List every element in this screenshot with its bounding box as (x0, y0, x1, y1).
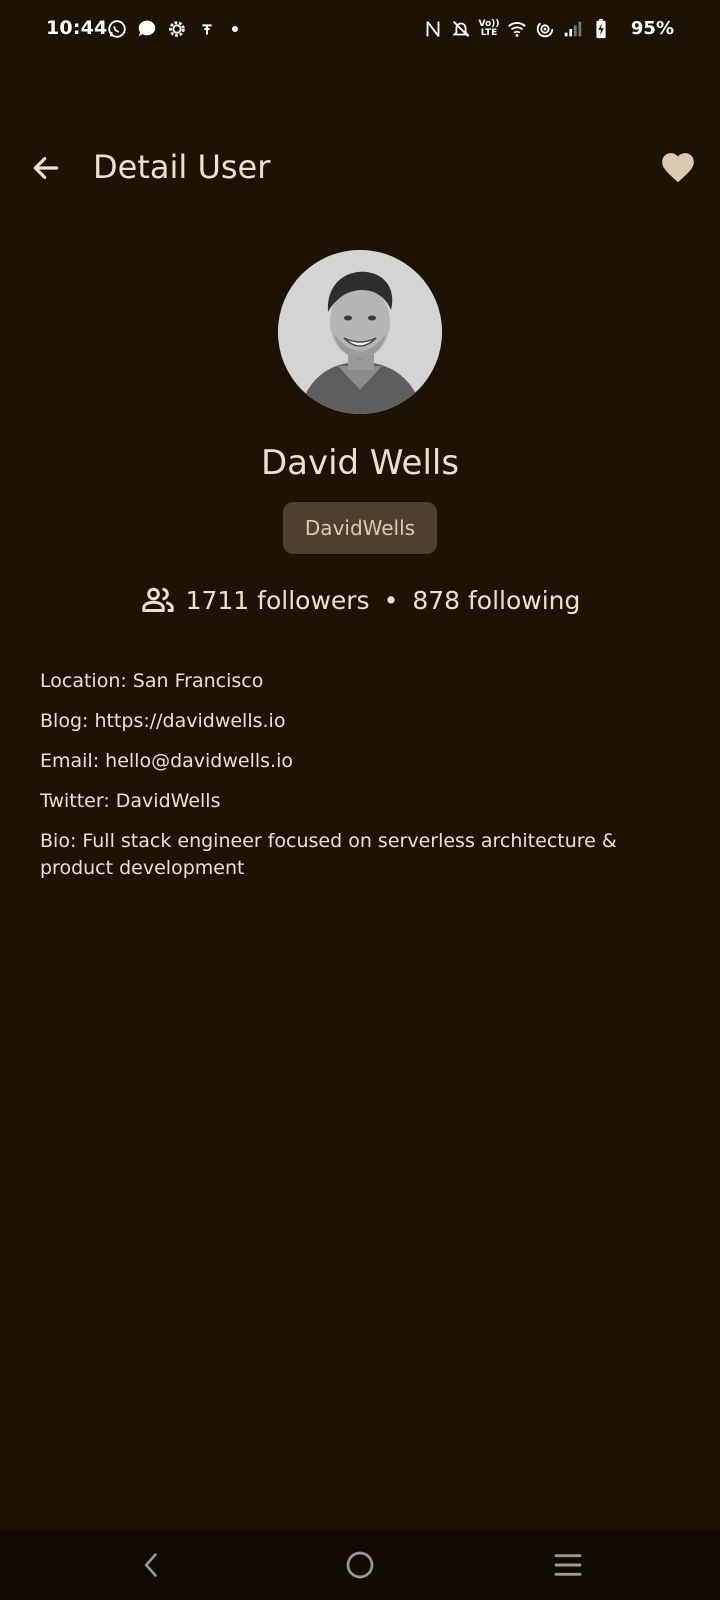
followers-count: 1711 followers (185, 585, 370, 615)
dot-icon (232, 26, 238, 32)
user-details: Location: San Francisco Blog: https://da… (40, 668, 680, 895)
battery-percentage: 95% (630, 18, 674, 39)
volte-bottom-label: LTE (480, 28, 498, 38)
heart-icon (662, 153, 694, 183)
whatsapp-icon (106, 18, 128, 40)
app-bar: Detail User (0, 128, 720, 214)
status-bar: 10:44 Vo)) LTE 95% (0, 0, 720, 62)
follow-stats: 1711 followers • 878 following (0, 582, 720, 618)
username-chip[interactable]: DavidWells (283, 502, 437, 554)
nav-home-button[interactable] (340, 1545, 380, 1585)
arrow-left-icon (33, 157, 59, 179)
bell-off-icon (450, 18, 472, 40)
people-icon (140, 582, 176, 618)
blog-text: Blog: https://davidwells.io (40, 710, 286, 732)
twitter-text: Twitter: DavidWells (40, 790, 221, 812)
hotspot-icon (534, 18, 556, 40)
usb-icon (196, 18, 218, 40)
follow-separator: • (383, 585, 399, 615)
following-count: 878 following (412, 585, 581, 615)
avatar (278, 250, 442, 414)
page-title: Detail User (93, 148, 271, 186)
chat-bubble-icon (136, 18, 158, 40)
status-system-icons: Vo)) LTE (422, 18, 612, 40)
wifi-icon (506, 18, 528, 40)
avatar-photo (278, 250, 442, 414)
back-button[interactable] (26, 148, 66, 188)
battery-charging-icon (590, 18, 612, 40)
user-display-name: David Wells (260, 443, 460, 483)
nav-recents-button[interactable] (548, 1545, 588, 1585)
location-text: Location: San Francisco (40, 670, 264, 692)
status-notification-icons (106, 18, 238, 40)
volte-icon: Vo)) LTE (478, 18, 500, 40)
bio-text: Bio: Full stack engineer focused on serv… (40, 830, 617, 879)
nfc-icon (422, 18, 444, 40)
settings-gear-icon (166, 18, 188, 40)
email-text: Email: hello@davidwells.io (40, 750, 293, 772)
system-navigation-bar (0, 1530, 720, 1600)
favorite-button[interactable] (656, 146, 700, 190)
signal-icon (562, 18, 584, 40)
nav-recents-icon (554, 1554, 582, 1576)
nav-back-icon (144, 1553, 157, 1577)
nav-back-button[interactable] (132, 1545, 172, 1585)
nav-home-icon (346, 1551, 374, 1579)
status-time: 10:44 (46, 17, 108, 39)
